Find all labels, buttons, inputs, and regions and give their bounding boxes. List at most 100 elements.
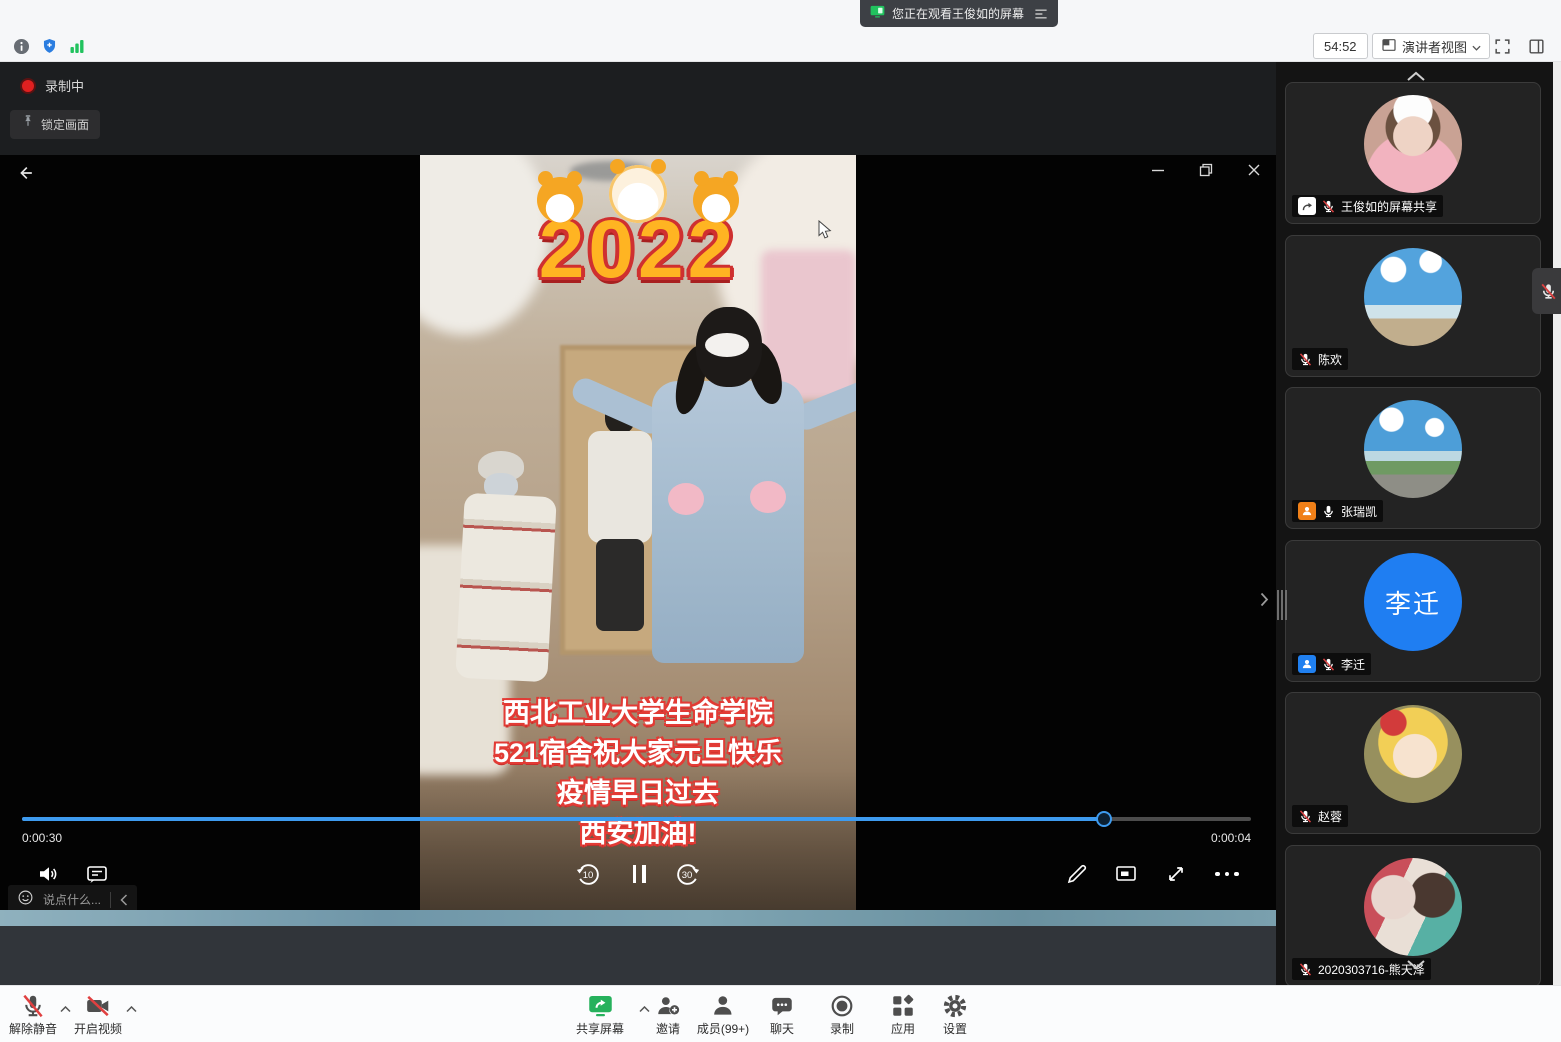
apps-button[interactable]: 应用 [890,992,916,1037]
chat-bubble-icon [769,992,795,1019]
participant-avatar: 李迁 [1364,553,1462,651]
participant-name: 陈欢 [1318,351,1342,368]
security-shield-icon[interactable] [38,35,60,57]
settings-label: 设置 [942,1020,968,1037]
lock-view-button[interactable]: 锁定画面 [10,110,100,139]
invite-button[interactable]: 邀请 [655,992,681,1037]
sidebar-expand-chevron[interactable] [1256,588,1272,610]
remaining-time: 0:00:04 [1211,831,1251,845]
participant-avatar [1364,400,1462,498]
mic-muted-icon [9,992,57,1019]
member-badge-icon [1298,655,1316,673]
participant-tile-1[interactable]: 王俊如的屏幕共享 [1285,82,1541,224]
back-button[interactable] [14,161,38,185]
watching-banner-text: 您正在观看王俊如的屏幕 [892,5,1024,22]
sidebar-drag-handle[interactable] [1277,590,1287,620]
view-mode-label: 演讲者视图 [1402,37,1467,56]
tiger-mascot-icon [609,165,667,223]
settings-button[interactable]: 设置 [942,992,968,1037]
share-screen-icon [576,992,624,1019]
record-button[interactable]: 录制 [829,992,855,1037]
new-year-graphic: 2022 [420,165,856,291]
screen-share-monitor-icon [870,5,885,23]
share-screen-label: 共享屏幕 [576,1020,624,1037]
mic-muted-icon [1298,962,1313,977]
restore-button[interactable] [1196,160,1216,180]
close-button[interactable] [1244,160,1264,180]
collapse-comment-icon[interactable] [120,894,128,906]
scroll-up-chevron[interactable] [1403,68,1429,84]
more-options-button[interactable] [1212,859,1242,889]
mic-muted-icon [1298,809,1313,824]
comment-input[interactable]: 说点什么... [43,891,101,908]
participant-avatar [1364,858,1462,956]
side-panel-toggle-button[interactable] [1524,34,1548,58]
fullscreen-button[interactable] [1490,34,1514,58]
fullscreen-expand-button[interactable] [1161,859,1191,889]
unmute-button[interactable]: 解除静音 [9,992,57,1037]
participant-name-tag: 陈欢 [1292,348,1348,370]
pin-icon [21,114,35,135]
layout-icon [1381,37,1397,56]
bottom-toolbar: 解除静音 开启视频 共享屏幕 邀请 [0,985,1561,1042]
view-mode-button[interactable]: 演讲者视图 [1372,33,1490,59]
participant-name-tag: 赵蓉 [1292,805,1348,827]
banner-menu-icon[interactable] [1034,8,1048,20]
heart-pocket-graphic [750,481,786,513]
video-content[interactable]: 2022 西北工业大学生命学院 521宿舍祝大家元旦快乐 疫情早日过去 西安加油… [420,155,856,910]
unmute-label: 解除静音 [9,1020,57,1037]
meeting-info-icon[interactable] [10,35,32,57]
window-controls [1148,160,1264,180]
recording-indicator: 录制中 [22,76,84,95]
camera-off-icon [74,992,122,1019]
member-badge-icon [1298,502,1316,520]
participant-name: 张瑞凯 [1341,503,1377,520]
invite-person-icon [655,992,681,1019]
emoji-icon[interactable] [17,889,34,911]
mic-on-icon [1321,504,1336,519]
mic-muted-icon [1321,199,1336,214]
chat-button[interactable]: 聊天 [769,992,795,1037]
participant-tile-5[interactable]: 赵蓉 [1285,692,1541,834]
mini-player-button[interactable] [1111,859,1141,889]
forward-30-button[interactable]: 30 [672,859,702,889]
window-edge-strip [1553,62,1561,985]
video-options-chevron[interactable] [124,1003,138,1015]
floating-mute-button[interactable] [1532,268,1561,314]
participant-tile-2[interactable]: 陈欢 [1285,235,1541,377]
participant-tile-3[interactable]: 张瑞凯 [1285,387,1541,529]
video-caption: 西北工业大学生命学院 521宿舍祝大家元旦快乐 疫情早日过去 西安加油! [420,693,856,853]
comment-bar[interactable]: 说点什么... [8,885,137,910]
screen-share-badge-icon [1298,197,1316,215]
gear-icon [942,992,968,1019]
mic-options-chevron[interactable] [58,1003,72,1015]
meeting-app-window: 54:52 演讲者视图 您正在观看王俊如的屏幕 录制中 [0,0,1561,1042]
minimize-button[interactable] [1148,160,1168,180]
participant-name-tag: 张瑞凯 [1292,500,1383,522]
tiger-mascot-icon [693,177,739,223]
record-circle-icon [829,992,855,1019]
caption-line: 西北工业大学生命学院 [420,693,856,733]
meeting-timer: 54:52 [1313,33,1368,59]
progress-knob[interactable] [1096,811,1112,827]
members-person-icon [697,992,749,1019]
rewind-seconds-label: 10 [573,870,603,881]
pause-button[interactable] [624,859,654,889]
annotate-pencil-button[interactable] [1062,859,1092,889]
share-options-chevron[interactable] [637,1003,651,1015]
participant-avatar [1364,95,1462,193]
members-button[interactable]: 成员(99+) [697,992,749,1037]
start-video-button[interactable]: 开启视频 [74,992,122,1037]
share-screen-button[interactable]: 共享屏幕 [576,992,624,1037]
participant-name-tag: 王俊如的屏幕共享 [1292,195,1443,217]
participant-tile-4[interactable]: 李迁 李迁 [1285,540,1541,682]
rewind-10-button[interactable]: 10 [573,859,603,889]
scroll-down-chevron[interactable] [1403,956,1429,972]
network-signal-icon[interactable] [66,35,88,57]
apps-label: 应用 [890,1020,916,1037]
pause-icon [633,865,646,883]
recording-dot-icon [22,80,34,92]
invite-label: 邀请 [655,1020,681,1037]
avatar-initials: 李迁 [1364,553,1462,651]
video-progress-bar[interactable] [22,817,1251,821]
